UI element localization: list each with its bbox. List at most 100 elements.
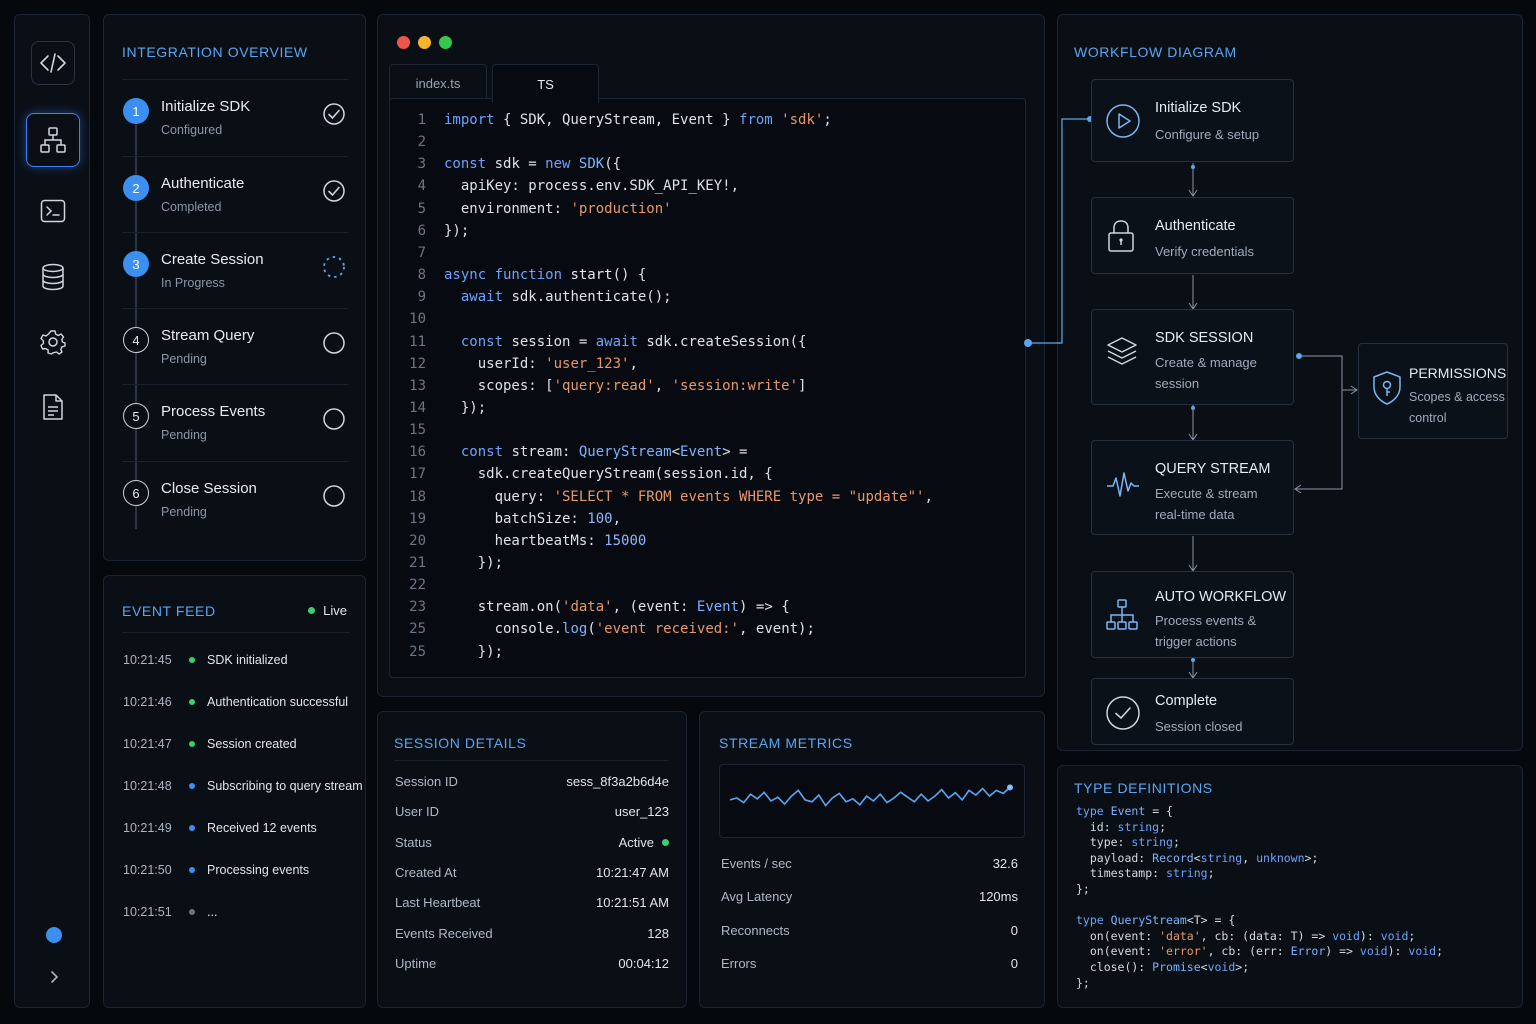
document-icon[interactable] <box>31 385 75 429</box>
type-line: type: string; <box>1076 835 1180 850</box>
line-number: 8 <box>417 267 426 284</box>
code-line: 15 <box>390 422 444 444</box>
code-text: async function start() { <box>444 267 647 284</box>
sparkline-chart <box>719 764 1025 838</box>
code-line: 8 async function start() { <box>390 267 647 289</box>
workflow-node[interactable]: Authenticate Verify credentials <box>1091 197 1294 274</box>
session-key: Session ID <box>395 774 458 789</box>
workflow-node[interactable]: AUTO WORKFLOW Process events & trigger a… <box>1091 571 1294 658</box>
feed-dot <box>189 909 195 915</box>
panel-title: EVENT FEED <box>122 603 216 619</box>
session-key: Uptime <box>395 955 437 971</box>
code-line: 2 <box>390 134 444 156</box>
feed-time: 10:21:45 <box>123 653 172 667</box>
event-feed-panel: EVENT FEED Live 10:21:45 SDK initialized… <box>103 575 366 1008</box>
type-line: id: string; <box>1076 819 1167 834</box>
session-row: User ID user_123 <box>395 804 669 819</box>
metric-value: 120ms <box>978 889 1018 904</box>
code-text: const stream: QueryStream<Event> = <box>460 444 748 461</box>
line-number: 21 <box>409 555 426 571</box>
value-text: 10:21:51 AM <box>596 895 669 911</box>
workflow-node[interactable]: Complete Session closed <box>1091 678 1294 745</box>
window-maximize-button[interactable] <box>439 36 452 49</box>
code-icon[interactable] <box>31 41 75 85</box>
database-icon[interactable] <box>31 255 75 299</box>
integration-overview-panel: INTEGRATION OVERVIEW 1 Initialize SDK Co… <box>103 14 366 561</box>
type-line: payload: Record<string, unknown>; <box>1076 850 1319 865</box>
window-minimize-button[interactable] <box>418 36 431 49</box>
step-item[interactable]: 6 Close Session Pending <box>122 461 348 538</box>
code-line: 13 scopes: ['query:read', 'session:write… <box>390 378 806 400</box>
check-circle-icon <box>322 102 346 126</box>
code-line: 10 <box>390 311 444 333</box>
step-status: Completed <box>161 200 222 214</box>
code-text: environment: 'production' <box>444 200 672 217</box>
code-line: 19 batchSize: 100, <box>390 511 621 533</box>
code-line: 5 environment: 'production' <box>390 201 672 223</box>
code-to-workflow-connector <box>1024 339 1060 347</box>
terminal-icon[interactable] <box>31 189 75 233</box>
feed-message: SDK initialized <box>207 653 288 667</box>
feed-row: 10:21:51 ... <box>123 902 363 922</box>
step-number: 3 <box>123 251 149 277</box>
feed-message: Processing events <box>207 863 310 877</box>
line-number: 25 <box>409 621 426 638</box>
workflow-icon[interactable] <box>26 113 80 167</box>
code-area[interactable]: 1 import { SDK, QueryStream, Event } from… <box>389 98 1026 678</box>
session-row: Status Active <box>395 835 669 850</box>
step-item[interactable]: 2 Authenticate Completed <box>122 156 348 233</box>
node-title: Complete <box>1155 693 1218 709</box>
workflow-node[interactable]: SDK SESSION Create & manage session <box>1091 309 1294 405</box>
code-line: 4 apiKey: process.env.SDK_API_KEY!, <box>390 178 739 200</box>
code-text: scopes: ['query:read', 'session:write'] <box>444 377 807 394</box>
code-line: 12 userId: 'user_123', <box>390 356 638 378</box>
tab-ts[interactable]: TS <box>492 64 599 103</box>
permissions-node[interactable]: PERMISSIONS Scopes & access control <box>1358 343 1508 439</box>
panel-title: STREAM METRICS <box>719 735 853 751</box>
feed-dot <box>189 825 195 831</box>
line-number: 16 <box>409 444 426 461</box>
node-title: SDK SESSION <box>1155 330 1254 346</box>
node-subtitle: Process events & trigger actions <box>1155 613 1257 649</box>
step-number: 2 <box>123 175 149 201</box>
node-subtitle: Verify credentials <box>1155 244 1254 259</box>
workflow-node[interactable]: QUERY STREAM Execute & stream real-time … <box>1091 440 1294 535</box>
panel-title: TYPE DEFINITIONS <box>1074 780 1213 796</box>
line-number: 20 <box>409 532 426 549</box>
workflow-node[interactable]: Initialize SDK Configure & setup <box>1091 79 1294 162</box>
window-close-button[interactable] <box>397 36 410 49</box>
feed-time: 10:21:47 <box>123 737 172 751</box>
session-value: 00:04:12 <box>618 956 669 971</box>
step-item[interactable]: 1 Initialize SDK Configured <box>122 79 348 156</box>
feed-time: 10:21:49 <box>123 821 172 835</box>
layers-icon <box>1105 334 1139 368</box>
stream-metrics-panel: STREAM METRICS Events / sec 32.6 Avg Late… <box>699 711 1045 1008</box>
divider <box>394 760 668 761</box>
line-number: 22 <box>409 577 426 594</box>
session-value: user_123 <box>615 804 669 819</box>
code-text: await sdk.authenticate(); <box>460 289 672 306</box>
step-title: Process Events <box>161 403 266 420</box>
step-item[interactable]: 4 Stream Query Pending <box>122 308 348 385</box>
empty-circle-icon <box>322 407 346 431</box>
feed-dot <box>189 783 195 789</box>
gear-icon[interactable] <box>31 320 75 364</box>
value-text: user_123 <box>614 804 669 820</box>
code-editor-panel: index.ts TS 1 import { SDK, QueryStream, … <box>377 14 1045 697</box>
type-line: timestamp: string; <box>1076 866 1215 881</box>
feed-row: 10:21:49 Received 12 events <box>123 818 363 838</box>
code-text: console.log('event received:', event); <box>444 621 815 638</box>
session-row: Session ID sess_8f3a2b6d4e <box>395 774 669 789</box>
step-title: Authenticate <box>161 175 245 192</box>
type-line: on(event: 'data', cb: (data: T) => void)… <box>1076 928 1416 943</box>
chevron-right-icon[interactable] <box>44 967 64 987</box>
feed-dot <box>189 867 195 873</box>
workflow-diagram-panel: WORKFLOW DIAGRAM Initialize SDK Configur… <box>1057 14 1523 751</box>
session-key: Events Received <box>395 925 493 941</box>
panel-title: INTEGRATION OVERVIEW <box>122 44 308 60</box>
step-item[interactable]: 3 Create Session In Progress <box>122 232 348 309</box>
line-number: 15 <box>409 422 426 439</box>
step-item[interactable]: 5 Process Events Pending <box>122 384 348 461</box>
tab-index-ts[interactable]: index.ts <box>389 64 487 102</box>
step-title: Initialize SDK <box>161 98 251 115</box>
